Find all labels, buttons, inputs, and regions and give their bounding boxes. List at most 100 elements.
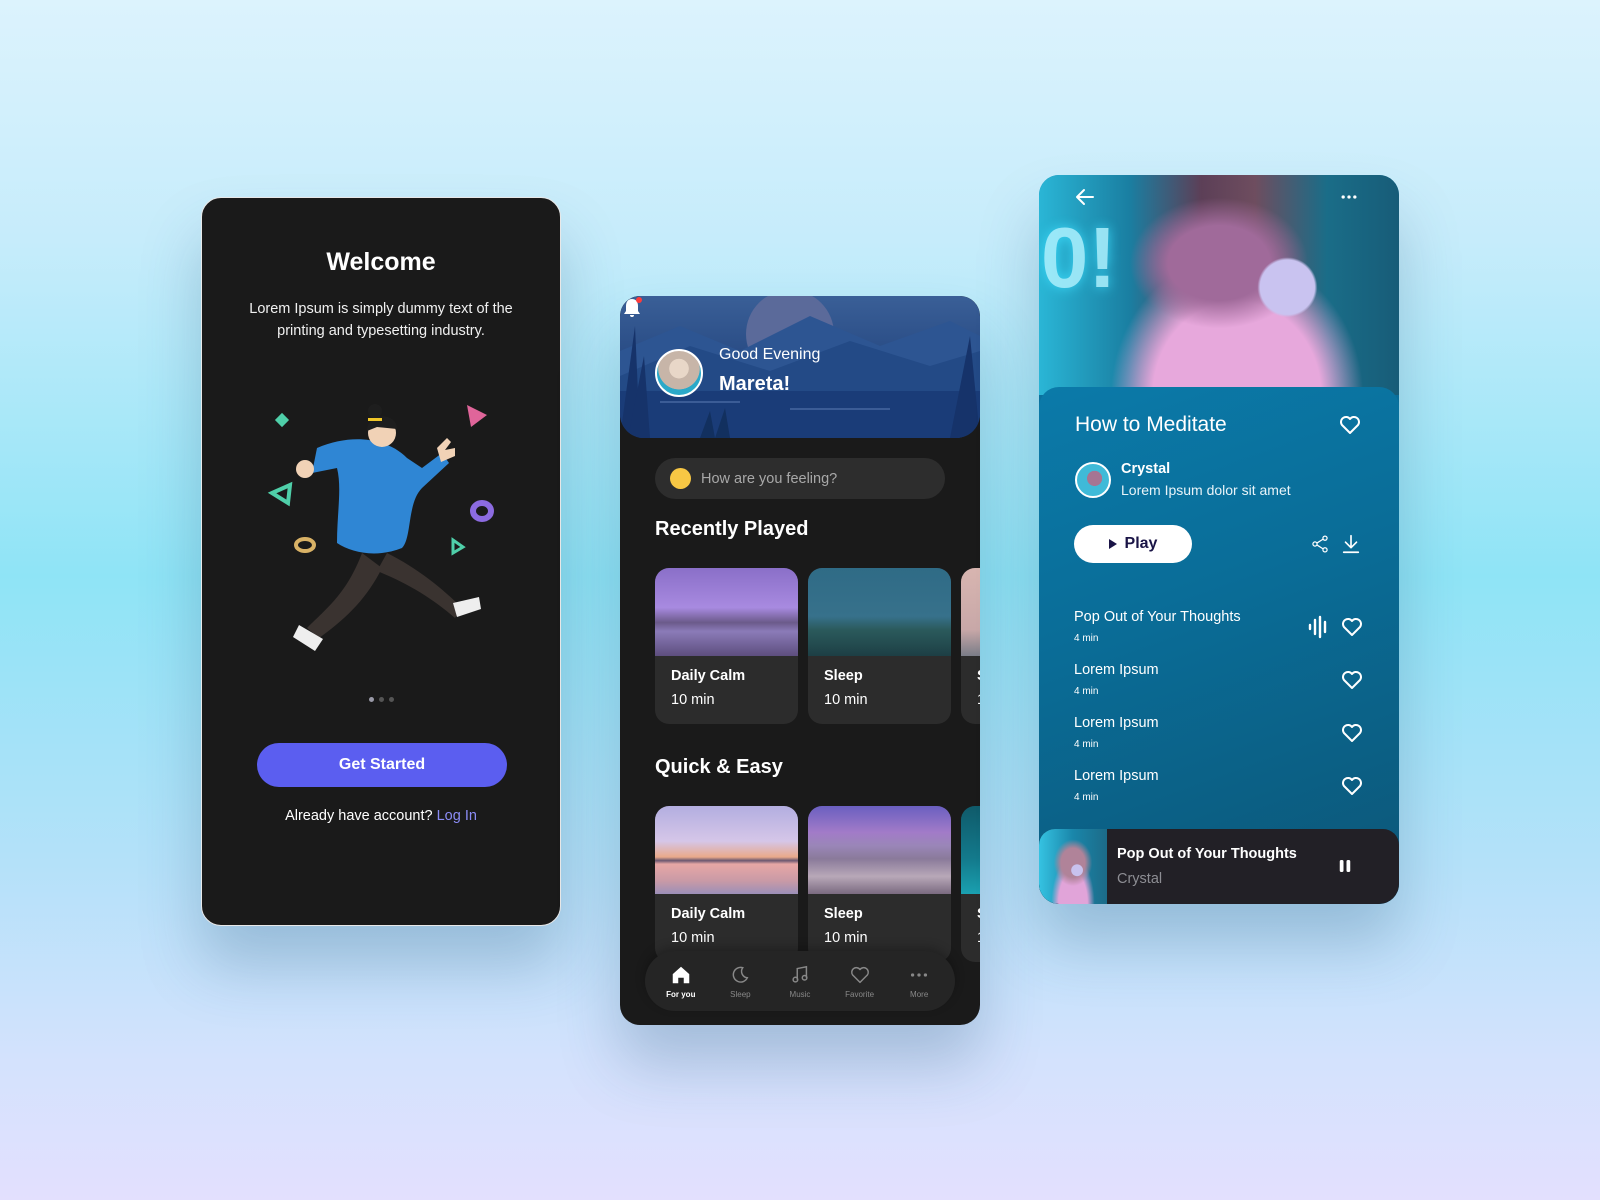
music-note-icon bbox=[792, 965, 808, 983]
nav-item-sleep[interactable]: Sleep bbox=[712, 964, 768, 999]
now-playing-title: Pop Out of Your Thoughts bbox=[1117, 846, 1297, 862]
pagination-dot[interactable] bbox=[388, 697, 394, 702]
nav-label: Sleep bbox=[730, 989, 751, 999]
bell-icon[interactable] bbox=[620, 296, 644, 320]
nav-label: Favorite bbox=[845, 989, 875, 999]
heart-icon[interactable] bbox=[1340, 615, 1364, 639]
pagination-dots bbox=[202, 697, 560, 702]
track-item[interactable]: Lorem Ipsum 4 min bbox=[1074, 715, 1364, 755]
now-playing-thumbnail bbox=[1039, 829, 1107, 904]
card-image bbox=[961, 568, 980, 656]
card-image bbox=[655, 568, 798, 656]
now-playing-artist: Crystal bbox=[1117, 871, 1163, 887]
content-card[interactable]: Daily Calm 10 min bbox=[655, 806, 798, 962]
pagination-dot[interactable] bbox=[378, 697, 384, 702]
card-title: Daily Calm bbox=[671, 906, 746, 922]
card-title: S bbox=[977, 668, 980, 684]
welcome-description: Lorem Ipsum is simply dummy text of the … bbox=[249, 301, 513, 339]
card-image bbox=[808, 806, 951, 894]
quick-easy-row[interactable]: Daily Calm 10 min Sleep 10 min S 1 bbox=[655, 806, 980, 962]
heart-icon bbox=[850, 966, 869, 983]
notification-badge bbox=[636, 297, 642, 303]
track-name: Lorem Ipsum bbox=[1074, 715, 1159, 731]
header-banner: Good Evening Mareta! bbox=[620, 296, 980, 438]
card-image bbox=[655, 806, 798, 894]
author-avatar[interactable] bbox=[1075, 462, 1111, 498]
card-image bbox=[808, 568, 951, 656]
card-title: Sleep bbox=[824, 906, 863, 922]
download-icon[interactable] bbox=[1340, 533, 1362, 555]
running-character-illustration bbox=[267, 404, 494, 651]
track-name: Lorem Ipsum bbox=[1074, 662, 1159, 678]
card-duration: 1 bbox=[977, 692, 980, 708]
track-name: Lorem Ipsum bbox=[1074, 768, 1159, 784]
nav-item-more[interactable]: More bbox=[891, 964, 947, 999]
heart-icon[interactable] bbox=[1340, 668, 1364, 692]
author-name: Crystal bbox=[1121, 461, 1171, 477]
more-options-icon[interactable] bbox=[1339, 187, 1359, 207]
nav-item-music[interactable]: Music bbox=[772, 964, 828, 999]
home-icon bbox=[672, 966, 690, 983]
card-title: Daily Calm bbox=[671, 668, 746, 684]
mini-player[interactable]: Pop Out of Your Thoughts Crystal bbox=[1039, 829, 1399, 904]
section-title-recently-played: Recently Played bbox=[655, 518, 809, 540]
track-duration: 4 min bbox=[1074, 792, 1099, 803]
card-duration: 10 min bbox=[671, 930, 715, 946]
login-prompt: Already have account? Log In bbox=[202, 808, 560, 824]
session-title: How to Meditate bbox=[1075, 413, 1227, 436]
pause-icon[interactable] bbox=[1336, 857, 1354, 875]
author-description: Lorem Ipsum dolor sit amet bbox=[1121, 482, 1291, 498]
nav-label: More bbox=[910, 989, 929, 999]
player-screen: 0! How to Meditate Crystal Lorem Ipsum d… bbox=[1039, 175, 1399, 904]
more-dots-icon bbox=[911, 972, 928, 977]
smiley-icon bbox=[670, 468, 691, 489]
confetti-triangle-pink bbox=[467, 405, 487, 427]
content-card[interactable]: S 1 bbox=[961, 806, 980, 962]
get-started-button[interactable]: Get Started bbox=[257, 743, 507, 787]
heart-icon[interactable] bbox=[1340, 721, 1364, 745]
mood-input[interactable] bbox=[701, 470, 921, 487]
audio-wave-icon bbox=[1308, 615, 1327, 639]
card-duration: 1 bbox=[977, 930, 980, 946]
play-icon bbox=[1108, 539, 1117, 549]
heart-icon[interactable] bbox=[1340, 774, 1364, 798]
player-content: How to Meditate Crystal Lorem Ipsum dolo… bbox=[1039, 387, 1399, 904]
card-duration: 10 min bbox=[824, 930, 868, 946]
content-card[interactable]: Sleep 10 min bbox=[808, 568, 951, 724]
card-image bbox=[961, 806, 980, 894]
content-card[interactable]: S 1 bbox=[961, 568, 980, 724]
play-label: Play bbox=[1124, 535, 1158, 552]
nav-item-favorite[interactable]: Favorite bbox=[832, 964, 888, 999]
confetti-diamond bbox=[274, 412, 290, 428]
login-link[interactable]: Log In bbox=[437, 808, 477, 824]
content-card[interactable]: Daily Calm 10 min bbox=[655, 568, 798, 724]
nav-item-for-you[interactable]: For you bbox=[653, 964, 709, 999]
confetti-ring-purple bbox=[470, 500, 494, 522]
track-name: Pop Out of Your Thoughts bbox=[1074, 609, 1241, 625]
user-avatar[interactable] bbox=[655, 349, 703, 397]
moon-icon bbox=[732, 966, 749, 983]
section-title-quick-easy: Quick & Easy bbox=[655, 756, 783, 778]
welcome-title: Welcome bbox=[326, 248, 436, 276]
recently-played-row[interactable]: Daily Calm 10 min Sleep 10 min S 1 bbox=[655, 568, 980, 724]
track-duration: 4 min bbox=[1074, 633, 1099, 644]
login-prompt-text: Already have account? bbox=[285, 808, 433, 824]
share-icon[interactable] bbox=[1310, 534, 1330, 554]
confetti-ring-gold bbox=[294, 537, 316, 553]
card-duration: 10 min bbox=[671, 692, 715, 708]
track-item[interactable]: Pop Out of Your Thoughts 4 min bbox=[1074, 609, 1364, 649]
nav-label: For you bbox=[666, 989, 696, 999]
mood-search-field[interactable] bbox=[655, 458, 945, 499]
welcome-screen: Welcome Lorem Ipsum is simply dummy text… bbox=[201, 197, 561, 926]
favorite-heart-icon[interactable] bbox=[1338, 413, 1362, 437]
pagination-dot[interactable] bbox=[368, 697, 374, 702]
track-item[interactable]: Lorem Ipsum 4 min bbox=[1074, 768, 1364, 808]
play-button[interactable]: Play bbox=[1074, 525, 1192, 563]
back-arrow-icon[interactable] bbox=[1073, 185, 1097, 209]
bottom-navigation: For you Sleep Music Favorite More bbox=[645, 951, 955, 1011]
track-duration: 4 min bbox=[1074, 739, 1099, 750]
content-card[interactable]: Sleep 10 min bbox=[808, 806, 951, 962]
track-item[interactable]: Lorem Ipsum 4 min bbox=[1074, 662, 1364, 702]
home-screen: Good Evening Mareta! Recently Played Dai… bbox=[620, 296, 980, 1025]
confetti-triangle-small bbox=[451, 537, 466, 556]
